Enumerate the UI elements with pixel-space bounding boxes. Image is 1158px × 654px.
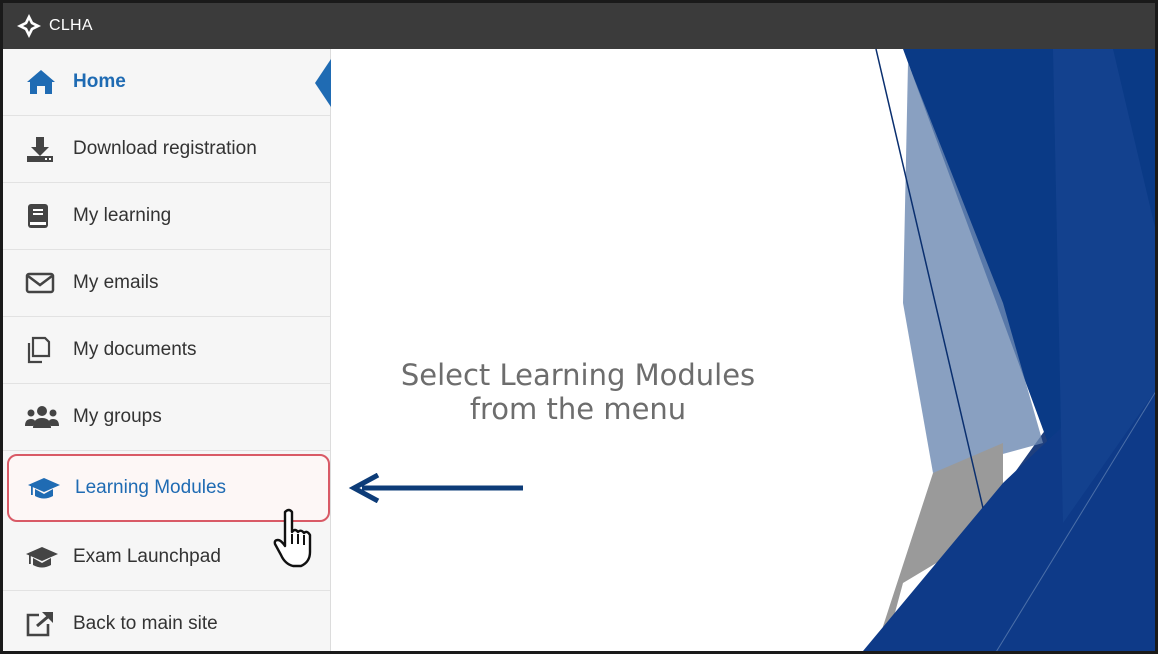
pointer-hand-icon [273,508,312,568]
decorative-background [863,48,1155,651]
arrow-left-icon [348,473,523,503]
instruction-text: Select Learning Modules from the menu [400,358,756,426]
tutorial-frame: CLHA Home Download registration My learn… [0,0,1158,654]
